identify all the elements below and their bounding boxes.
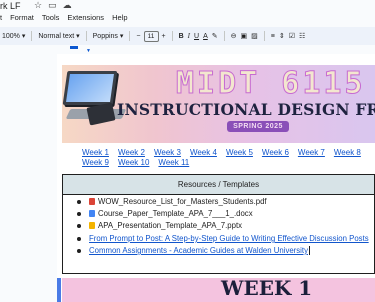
- pdf-icon: [89, 198, 95, 205]
- resource-pptx[interactable]: APA_Presentation_Template_APA_7.pptx: [98, 221, 242, 230]
- week-link[interactable]: Week 7: [298, 148, 325, 157]
- week-link[interactable]: Week 4: [190, 148, 217, 157]
- list-item: APA_Presentation_Template_APA_7.pptx: [77, 220, 242, 231]
- list-item: From Prompt to Post: A Step-by-Step Guid…: [77, 233, 369, 244]
- week-section-title: WEEK 1: [221, 276, 313, 300]
- week-link[interactable]: Week 5: [226, 148, 253, 157]
- menu-item-extensions[interactable]: Extensions: [67, 13, 104, 22]
- chevron-down-icon: ▾: [19, 33, 26, 40]
- decrease-font-size-button[interactable]: −: [136, 33, 140, 40]
- banner-title: MIDT 6115: [176, 66, 366, 102]
- toolbar-divider: [263, 31, 265, 41]
- banner-subtitle: INSTRUCTIONAL DESIGN FRAMEWORK: [117, 100, 375, 119]
- week-links-row: Week 9 Week 10 Week 11: [82, 158, 370, 168]
- bullet: [77, 199, 81, 204]
- presentation-icon: [89, 222, 95, 229]
- zoom-select[interactable]: 100% ▾: [0, 29, 27, 43]
- font-select[interactable]: Poppins ▾: [91, 29, 126, 43]
- resources-table: Resources / Templates WOW_Resource_List_…: [62, 174, 375, 274]
- toolbar-divider: [223, 31, 225, 41]
- bulleted-list-icon[interactable]: ☷: [297, 29, 307, 43]
- toolbar-divider: [171, 31, 173, 41]
- image-icon[interactable]: ▨: [249, 29, 260, 43]
- underline-button[interactable]: U: [192, 29, 201, 43]
- resource-link[interactable]: From Prompt to Post: A Step-by-Step Guid…: [89, 234, 369, 243]
- bullet: [77, 248, 81, 253]
- style-value: Normal text: [38, 32, 75, 40]
- text-color-button[interactable]: A: [201, 29, 210, 43]
- week-link[interactable]: Week 8: [334, 148, 361, 157]
- week-link[interactable]: Week 6: [262, 148, 289, 157]
- star-icon[interactable]: ☆: [34, 0, 42, 11]
- resources-header: Resources / Templates: [63, 175, 374, 195]
- cloud-icon[interactable]: ☁: [63, 0, 72, 11]
- week-link[interactable]: Week 3: [154, 148, 181, 157]
- week-links: Week 1 Week 2 Week 3 Week 4 Week 5 Week 6 Week…: [82, 148, 370, 167]
- list-item: WOW_Resource_List_for_Masters_Students.p…: [77, 196, 267, 207]
- week-section-bar: [62, 278, 375, 302]
- toolbar-divider: [31, 31, 33, 41]
- increase-font-size-button[interactable]: +: [162, 33, 166, 40]
- week-link[interactable]: Week 11: [158, 158, 189, 167]
- bullet: [77, 236, 81, 241]
- folder-icon[interactable]: ▭: [48, 0, 57, 11]
- list-item: Common Assignments - Academic Guides at …: [77, 245, 310, 256]
- font-value: Poppins: [92, 32, 118, 40]
- ruler-indent-marker[interactable]: [70, 46, 78, 49]
- bullet: [77, 211, 81, 216]
- highlight-icon[interactable]: ✎: [210, 29, 220, 43]
- resource-link[interactable]: Common Assignments - Academic Guides at …: [89, 246, 308, 255]
- week-link[interactable]: Week 2: [118, 148, 145, 157]
- laptop-image: [62, 71, 118, 105]
- chevron-down-icon: ▾: [74, 33, 80, 40]
- toolbar-divider: [129, 31, 131, 41]
- week-links-row: Week 1 Week 2 Week 3 Week 4 Week 5 Week 6 Week…: [82, 148, 370, 158]
- font-size-input[interactable]: 11: [143, 30, 159, 42]
- chevron-down-icon: ▾: [117, 33, 124, 40]
- menu-item-tools[interactable]: Tools: [42, 13, 60, 22]
- text-cursor: [308, 246, 310, 255]
- link-icon[interactable]: ⊖: [229, 29, 239, 43]
- week-link[interactable]: Week 10: [118, 158, 149, 167]
- tablet-image: [86, 102, 116, 126]
- document-icon: [89, 210, 95, 217]
- section-accent: [57, 278, 61, 302]
- course-banner: MIDT 6115 INSTRUCTIONAL DESIGN FRAMEWORK…: [62, 65, 375, 143]
- toolbar: 100% ▾ Normal text ▾ Poppins ▾ − 11 + B …: [0, 27, 375, 45]
- style-select[interactable]: Normal text ▾: [36, 29, 81, 43]
- banner-term: SPRING 2025: [227, 121, 289, 132]
- menu-item-partial[interactable]: t: [0, 13, 2, 22]
- document-title[interactable]: rk LF: [0, 1, 21, 11]
- resource-pdf[interactable]: WOW_Resource_List_for_Masters_Students.p…: [98, 197, 267, 206]
- menu-item-help[interactable]: Help: [112, 13, 127, 22]
- bold-button[interactable]: B: [177, 29, 186, 43]
- comment-icon[interactable]: ▣: [238, 29, 249, 43]
- week-link[interactable]: Week 1: [82, 148, 109, 157]
- font-size-control: − 11 +: [134, 29, 167, 43]
- line-spacing-icon[interactable]: ⇕: [277, 29, 287, 43]
- resource-docx[interactable]: Course_Paper_Template_APA_7___1_.docx: [98, 209, 253, 218]
- list-item: Course_Paper_Template_APA_7___1_.docx: [77, 208, 253, 219]
- menu: t Format Tools Extensions Help: [0, 13, 128, 22]
- title-icons: ☆ ▭ ☁: [34, 0, 72, 11]
- zoom-value: 100%: [2, 32, 20, 40]
- bullet: [77, 223, 81, 228]
- align-icon[interactable]: ≡: [269, 29, 277, 43]
- menu-item-format[interactable]: Format: [10, 13, 34, 22]
- checklist-icon[interactable]: ☑: [287, 29, 297, 43]
- week-link[interactable]: Week 9: [82, 158, 109, 167]
- toolbar-divider: [85, 31, 87, 41]
- menu-bar: rk LF ☆ ▭ ☁ t Format Tools Extensions He…: [0, 0, 375, 28]
